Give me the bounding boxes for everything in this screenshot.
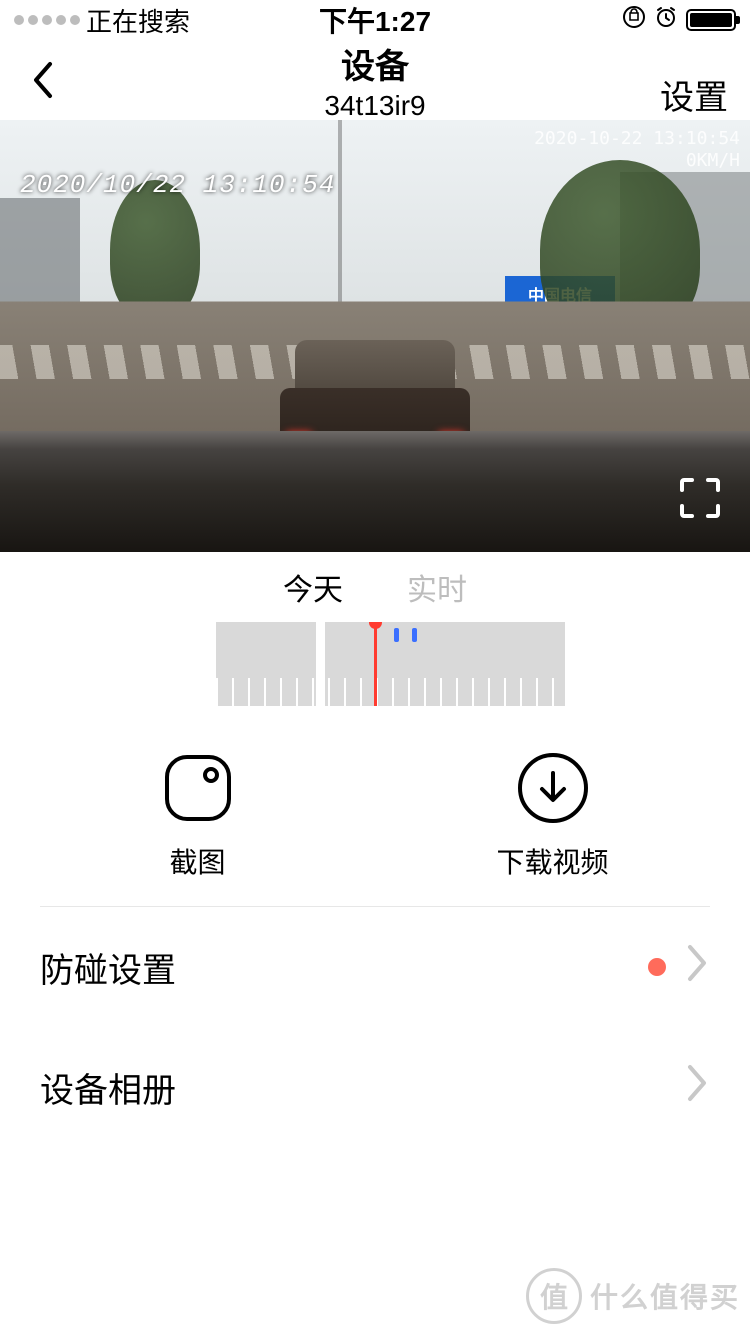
chevron-right-icon (684, 943, 710, 992)
status-time: 下午1:27 (319, 0, 431, 40)
page-title: 设备 (324, 39, 425, 88)
settings-button[interactable]: 设置 (660, 70, 728, 119)
nav-bar: 设备 34t13ir9 设置 (0, 40, 750, 120)
tab-realtime[interactable]: 实时 (407, 565, 467, 609)
action-row: 截图 下载视频 (0, 726, 750, 906)
device-album-label: 设备相册 (40, 1063, 176, 1112)
status-left: 正在搜索 (14, 2, 190, 39)
signal-dots-icon (14, 15, 80, 25)
video-preview[interactable]: 中国电信 2020/10/22 13:10:54 2020-10-22 13:1… (0, 120, 750, 552)
nav-title: 设备 34t13ir9 (324, 39, 425, 122)
fullscreen-button[interactable] (678, 476, 722, 520)
download-label: 下载视频 (496, 841, 608, 881)
back-button[interactable] (22, 60, 62, 100)
timeline-event-marker (412, 628, 417, 642)
carrier-text: 正在搜索 (86, 2, 190, 39)
download-icon (516, 751, 590, 825)
screenshot-button[interactable]: 截图 (48, 751, 348, 881)
watermark: 值 什么值得买 (526, 1268, 740, 1324)
watermark-text: 什么值得买 (590, 1276, 740, 1316)
device-id: 34t13ir9 (324, 90, 425, 122)
timeline-playhead[interactable] (374, 622, 377, 706)
alarm-icon (654, 5, 678, 36)
download-video-button[interactable]: 下载视频 (403, 751, 703, 881)
battery-icon (686, 9, 736, 31)
orientation-lock-icon (622, 5, 646, 36)
watermark-badge-icon: 值 (526, 1268, 582, 1324)
tab-today[interactable]: 今天 (283, 565, 343, 609)
device-album-row[interactable]: 设备相册 (0, 1027, 750, 1147)
timeline-event-marker (394, 628, 399, 642)
screenshot-label: 截图 (169, 841, 225, 881)
chevron-right-icon (684, 1063, 710, 1112)
timeline-tabs: 今天 实时 (0, 552, 750, 622)
status-bar: 正在搜索 下午1:27 (0, 0, 750, 40)
collision-settings-row[interactable]: 防碰设置 (0, 907, 750, 1027)
status-indicator-icon (648, 958, 666, 976)
video-timestamp: 2020/10/22 13:10:54 (20, 170, 335, 200)
timeline-scrubber[interactable] (0, 622, 750, 706)
status-right (622, 5, 736, 36)
collision-settings-label: 防碰设置 (40, 943, 176, 992)
screenshot-icon (161, 751, 235, 825)
video-corner-info: 2020-10-22 13:10:54 0KM/H (534, 128, 740, 171)
